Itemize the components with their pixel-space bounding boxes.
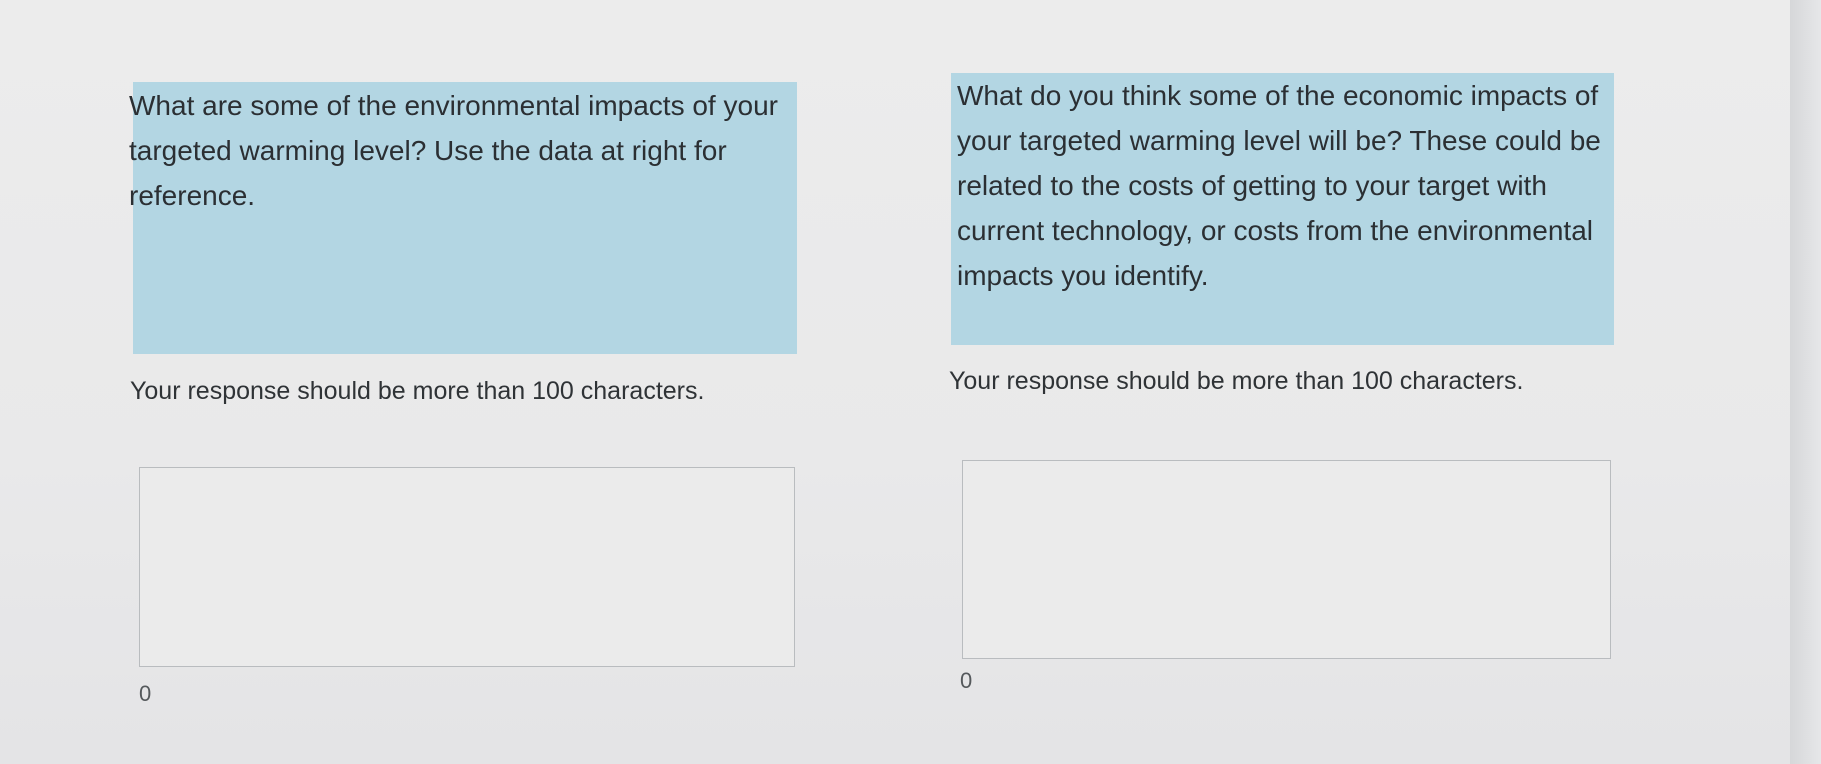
environmental-character-counter: 0	[139, 681, 152, 706]
environmental-impacts-response-field[interactable]	[139, 467, 795, 667]
monitor-bezel-edge	[1790, 0, 1821, 764]
economic-impacts-question-text: What do you think some of the economic i…	[957, 80, 1601, 291]
environmental-impacts-question-box: What are some of the environmental impac…	[129, 82, 797, 354]
economic-impacts-response-field[interactable]	[962, 460, 1611, 659]
economic-character-counter: 0	[960, 668, 973, 693]
environmental-impacts-question-text: What are some of the environmental impac…	[129, 90, 778, 211]
economic-response-hint: Your response should be more than 100 ch…	[949, 367, 1524, 395]
screen: What are some of the environmental impac…	[0, 0, 1790, 764]
economic-impacts-question-box: What do you think some of the economic i…	[951, 73, 1614, 345]
environmental-response-hint: Your response should be more than 100 ch…	[130, 377, 705, 405]
